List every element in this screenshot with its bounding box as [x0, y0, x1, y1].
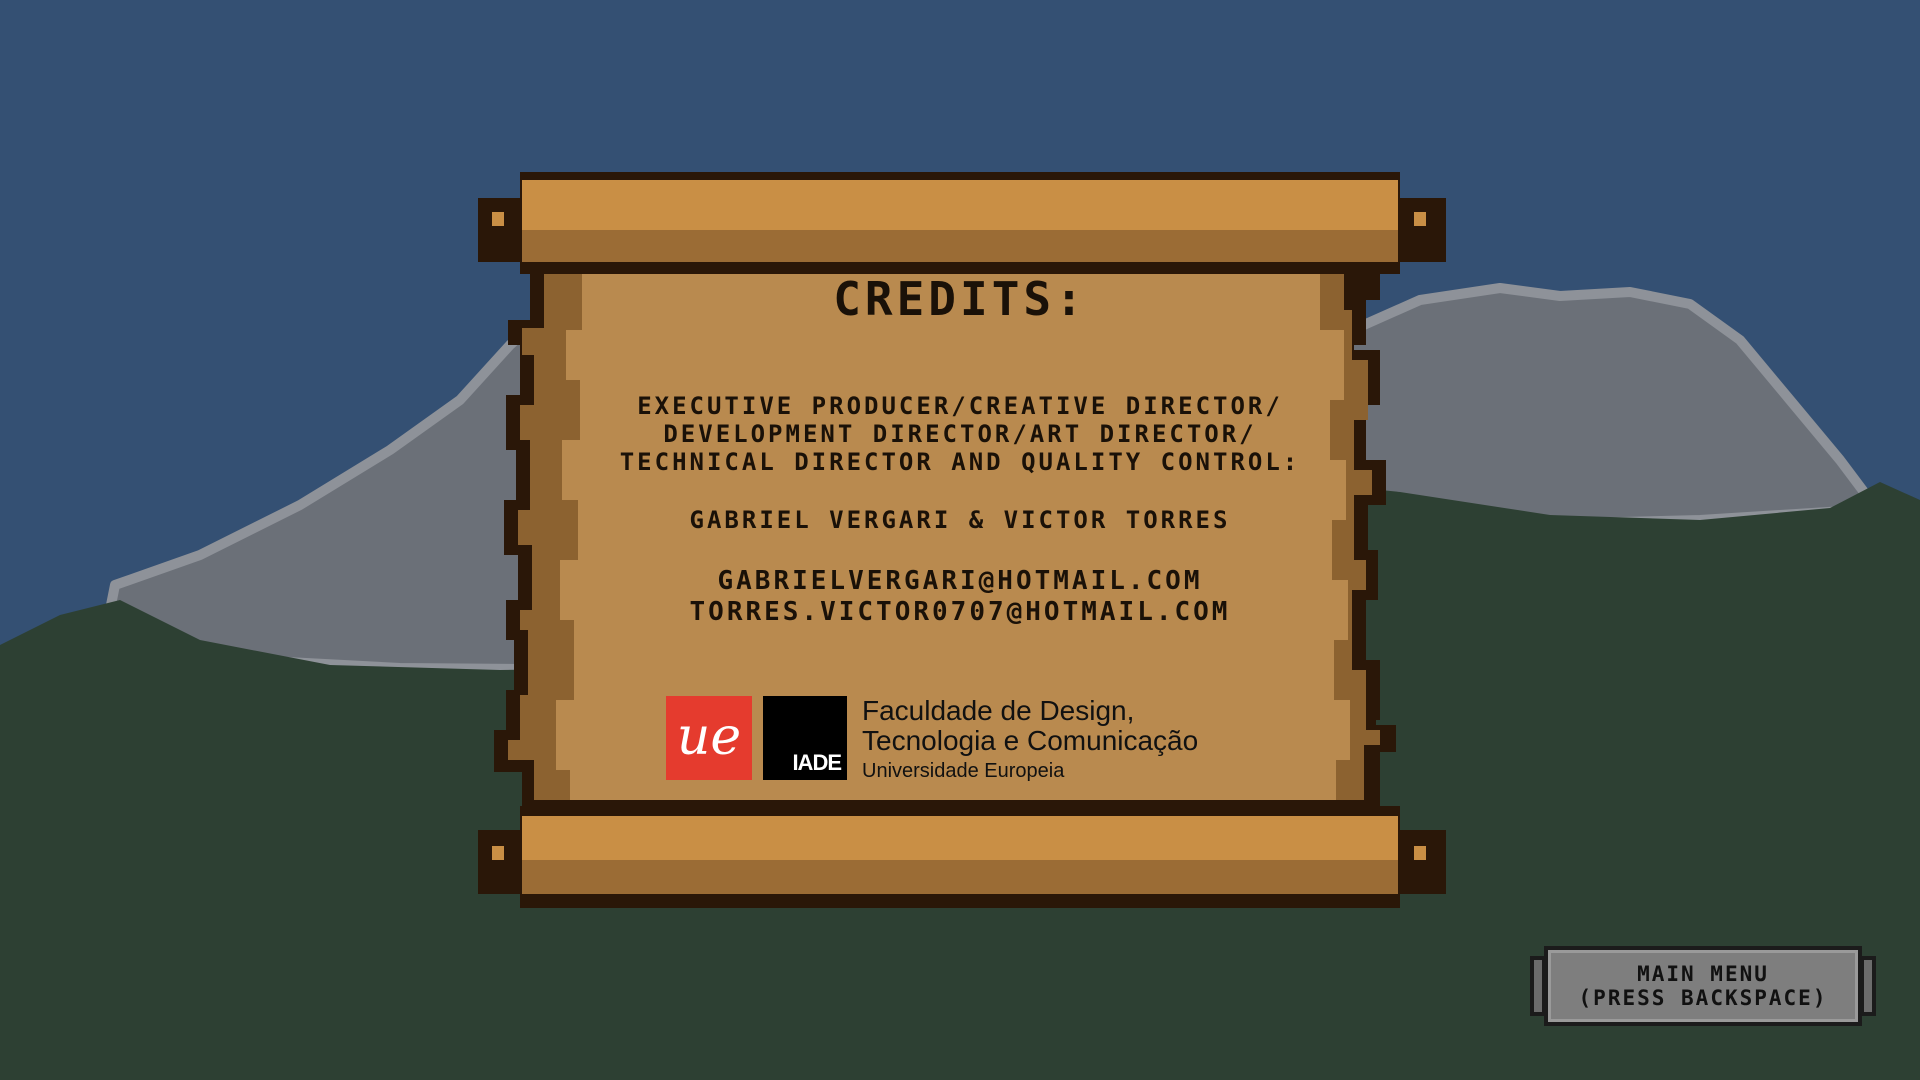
top-roller: [522, 198, 1398, 230]
iade-logo: IADE: [763, 696, 847, 780]
top-roller-highlight: [522, 180, 1398, 198]
credits-title: CREDITS:: [833, 272, 1087, 326]
button-cap-right: [1860, 956, 1876, 1016]
bottom-roller-shade: [522, 860, 1398, 894]
faculty-name: Faculdade de Design, Tecnologia e Comuni…: [862, 696, 1198, 786]
faculty-line-1: Faculdade de Design,: [862, 695, 1135, 726]
ue-logo-mark: ue: [676, 707, 742, 767]
top-roller-knob-left-dot: [492, 212, 504, 226]
credits-roles: EXECUTIVE PRODUCER/CREATIVE DIRECTOR/ DE…: [560, 392, 1360, 476]
email-gabriel: GABRIELVERGARI@HOTMAIL.COM: [717, 566, 1203, 596]
main-menu-line-2: (PRESS BACKSPACE): [1578, 986, 1828, 1010]
iade-logo-mark: IADE: [792, 750, 842, 775]
role-line-2: DEVELOPMENT DIRECTOR/ART DIRECTOR/: [663, 420, 1257, 448]
bottom-roller-knob-left-dot: [492, 846, 504, 860]
university-name: Universidade Europeia: [862, 760, 1065, 782]
credits-names: GABRIEL VERGARI & VICTOR TORRES: [689, 506, 1231, 534]
bottom-roller-knob-right-dot: [1414, 846, 1426, 860]
top-roller-shade: [522, 230, 1398, 262]
role-line-1: EXECUTIVE PRODUCER/CREATIVE DIRECTOR/: [637, 392, 1283, 420]
faculty-line-2: Tecnologia e Comunicação: [862, 725, 1199, 756]
email-victor: TORRES.VICTOR0707@HOTMAIL.COM: [689, 597, 1231, 627]
top-roller-knob-right-dot: [1414, 212, 1426, 226]
main-menu-line-1: MAIN MENU: [1637, 962, 1769, 986]
ue-logo: ue: [666, 696, 752, 780]
credits-emails: GABRIELVERGARI@HOTMAIL.COM TORRES.VICTOR…: [560, 566, 1360, 628]
main-menu-label: MAIN MENU (PRESS BACKSPACE): [1544, 962, 1862, 1010]
bottom-roller: [522, 816, 1398, 860]
background-scene: [0, 0, 1920, 1080]
role-line-3: TECHNICAL DIRECTOR AND QUALITY CONTROL:: [619, 448, 1301, 476]
university-logos: ue IADE Faculdade de Design, Tecnologia …: [666, 696, 1266, 786]
main-menu-button[interactable]: MAIN MENU (PRESS BACKSPACE): [1530, 946, 1876, 1030]
